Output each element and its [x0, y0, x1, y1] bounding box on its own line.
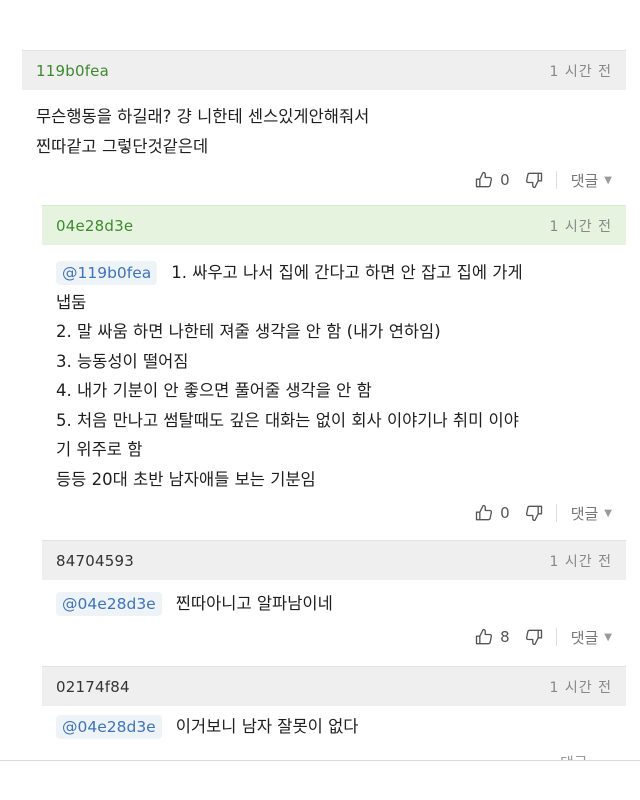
comment-time: 1 시간 전	[549, 553, 612, 570]
comment-header: 04e28d3e 1 시간 전	[42, 205, 626, 245]
reply-label: 댓글	[570, 171, 599, 190]
divider	[555, 504, 557, 522]
comment-body: 무슨행동을 하길래? 걍 니한테 센스있게안해줘서 찐따같고 그렇단것같은데	[36, 102, 610, 161]
reply-button[interactable]: 댓글 ▼	[571, 627, 612, 648]
comment-3: 84704593 1 시간 전 @04e28d3e 찐따아니고 알파남이네 8 …	[42, 540, 626, 660]
divider	[555, 628, 557, 646]
comment-author[interactable]: 02174f84	[56, 678, 130, 696]
comment-first-line: @119b0fea 1. 싸우고 나서 집에 간다고 하면 안 잡고 집에 가게	[56, 258, 610, 288]
thumbs-down-icon	[525, 629, 542, 646]
comment-line: 등등 20대 초반 남자애들 보는 기분임	[56, 469, 316, 489]
comment-header: 02174f84 1 시간 전	[42, 666, 626, 706]
comment-line: 찐따아니고 알파남이네	[175, 594, 333, 613]
comment-header: 119b0fea 1 시간 전	[22, 50, 626, 90]
comment-body: @04e28d3e 찐따아니고 알파남이네	[56, 589, 610, 619]
comment-first-line: @04e28d3e 이거보니 남자 잘못이 없다	[56, 712, 610, 742]
comment-first-line: @04e28d3e 찐따아니고 알파남이네	[56, 589, 610, 619]
comment-time: 1 시간 전	[549, 63, 612, 80]
divider	[555, 171, 557, 189]
comment-actions: 0 댓글 ▼	[474, 165, 612, 195]
comment-author[interactable]: 04e28d3e	[56, 217, 133, 235]
reply-button[interactable]: 댓글	[560, 748, 588, 760]
comment-actions: 0 댓글 ▼	[474, 498, 612, 528]
comment-line: 기 위주로 함	[56, 440, 143, 459]
comment-4: 02174f84 1 시간 전 @04e28d3e 이거보니 남자 잘못이 없다	[42, 666, 626, 760]
thumbs-up-icon	[475, 504, 493, 521]
comment-body: @04e28d3e 이거보니 남자 잘못이 없다	[56, 712, 610, 742]
page-bottom-edge	[0, 760, 640, 800]
comment-line: 4. 내가 기분이 안 좋으면 풀어줄 생각을 안 함	[56, 381, 372, 400]
like-button[interactable]: 0	[474, 503, 524, 523]
mention-tag[interactable]: @04e28d3e	[56, 591, 162, 616]
reply-button[interactable]: 댓글 ▼	[571, 503, 612, 524]
comment-line: 3. 능동성이 떨어짐	[56, 351, 189, 371]
chevron-down-icon: ▼	[604, 174, 612, 186]
comment-line: 2. 말 싸움 하면 나한테 져줄 생각을 안 함 (내가 연하임)	[56, 322, 441, 341]
comment-line: 이거보니 남자 잘못이 없다	[175, 717, 359, 736]
top-strip	[0, 0, 640, 48]
mention-tag[interactable]: @119b0fea	[56, 260, 158, 285]
reply-label: 댓글	[570, 504, 599, 523]
comment-line: 1. 싸우고 나서 집에 간다고 하면 안 잡고 집에 가게	[171, 263, 523, 282]
dislike-button[interactable]	[524, 627, 544, 647]
comment-time: 1 시간 전	[549, 679, 612, 696]
like-count: 0	[500, 171, 510, 189]
reply-label: 댓글	[570, 628, 599, 647]
comment-line: 찐따같고 그렇단것같은데	[36, 136, 209, 156]
comment-1: 119b0fea 1 시간 전 무슨행동을 하길래? 걍 니한테 센스있게안해줘…	[22, 50, 626, 200]
thumbs-up-icon	[475, 171, 493, 188]
like-button[interactable]: 8	[474, 627, 524, 647]
dislike-button[interactable]	[524, 503, 544, 523]
reply-button[interactable]: 댓글 ▼	[571, 170, 612, 191]
like-count: 0	[500, 504, 510, 522]
comment-line: 무슨행동을 하길래? 걍 니한테 센스있게안해줘서	[36, 107, 370, 126]
mention-tag[interactable]: @04e28d3e	[56, 714, 162, 739]
comment-2: 04e28d3e 1 시간 전 @119b0fea 1. 싸우고 나서 집에 간…	[42, 205, 626, 535]
dislike-button[interactable]	[524, 170, 544, 190]
comment-header: 84704593 1 시간 전	[42, 540, 626, 580]
like-button[interactable]: 0	[474, 170, 524, 190]
chevron-down-icon: ▼	[604, 631, 612, 643]
thumbs-down-icon	[525, 172, 542, 189]
comment-body: @119b0fea 1. 싸우고 나서 집에 간다고 하면 안 잡고 집에 가게…	[56, 258, 610, 494]
comment-author[interactable]: 119b0fea	[36, 62, 109, 80]
chevron-down-icon: ▼	[604, 507, 612, 519]
like-count: 8	[500, 628, 510, 646]
thumbs-down-icon	[525, 505, 542, 522]
thumbs-up-icon	[475, 628, 493, 645]
comment-line: 5. 처음 만나고 썸탈때도 깊은 대화는 없이 회사 이야기나 취미 이야	[56, 410, 519, 430]
comment-time: 1 시간 전	[549, 218, 612, 235]
comment-actions: 8 댓글 ▼	[474, 622, 612, 652]
comment-line: 냅둠	[56, 292, 87, 312]
comment-author[interactable]: 84704593	[56, 552, 134, 570]
